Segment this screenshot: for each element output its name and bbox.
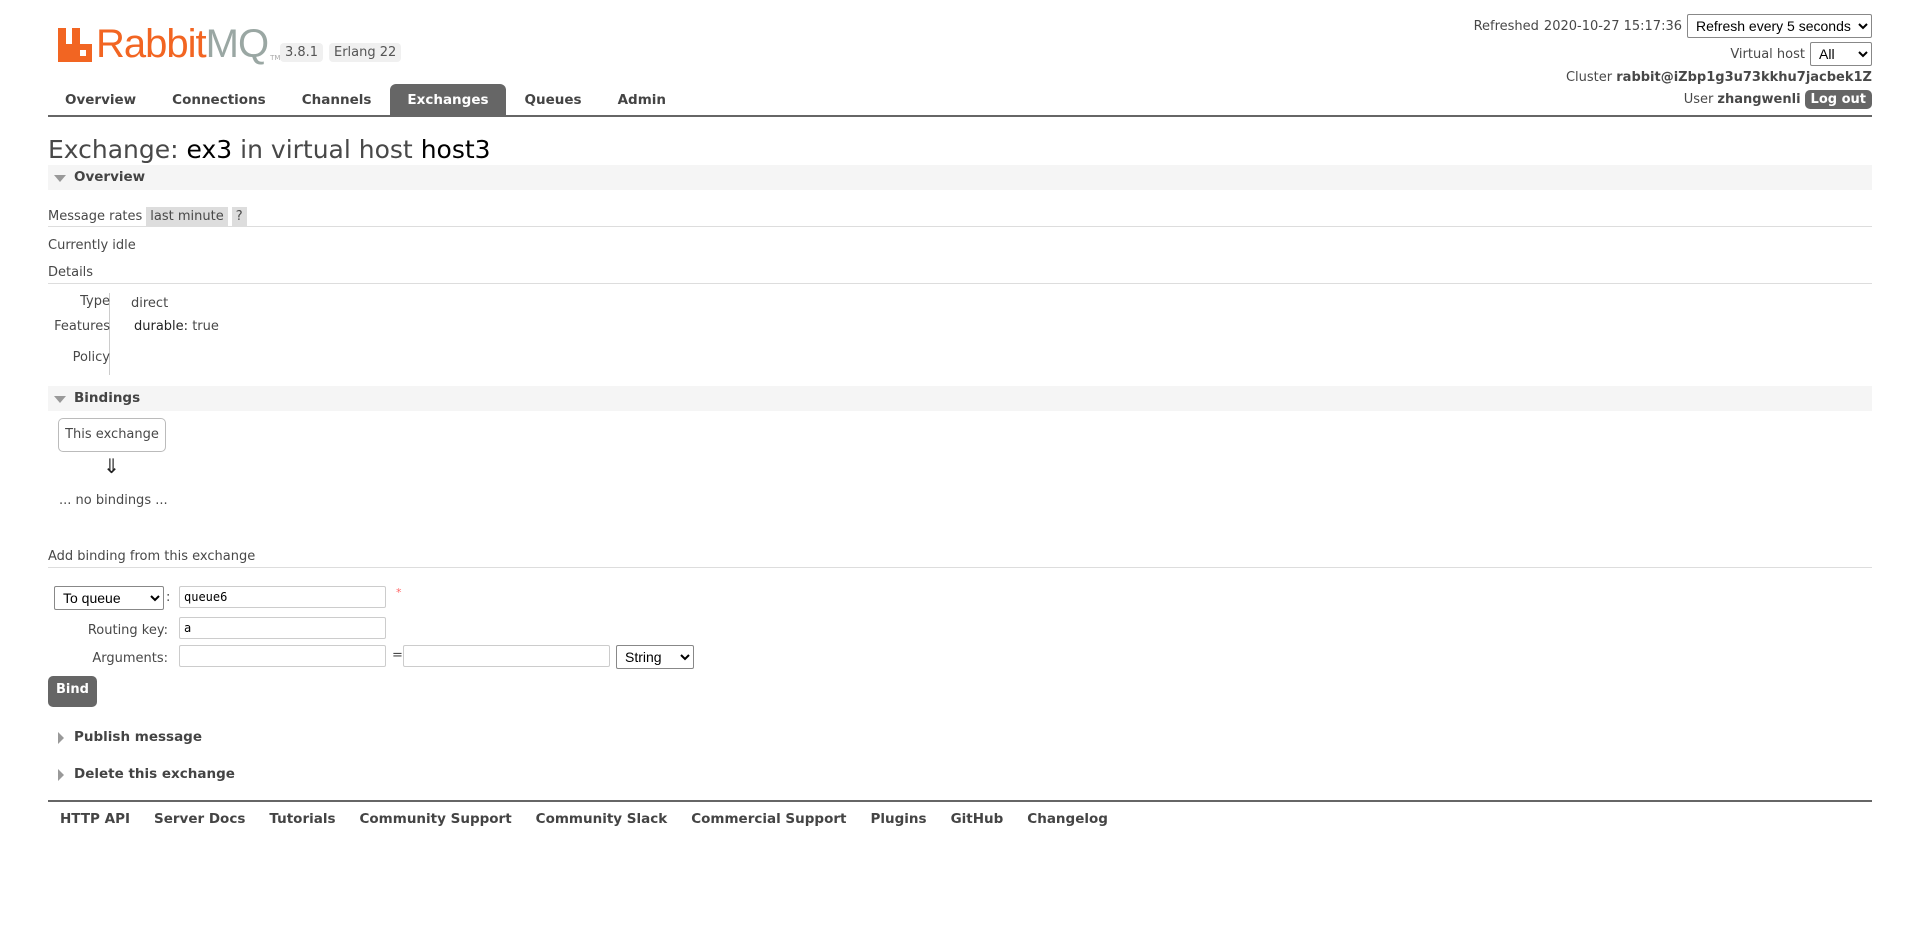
virtual-host-select[interactable]: All [1810,42,1872,66]
virtual-host-label: Virtual host [1730,46,1805,62]
footer-link-http-api[interactable]: HTTP API [60,811,130,827]
collapse-triangle-icon [54,175,66,182]
type-value: direct [131,296,169,311]
message-rates-label: Message rates [48,209,143,224]
footer-link-plugins[interactable]: Plugins [870,811,926,827]
argument-key-input[interactable] [179,645,386,667]
refreshed-time: 2020-10-27 15:17:36 [1543,18,1682,34]
destination-type-select[interactable]: To queue [54,586,164,610]
idle-status: Currently idle [48,238,136,253]
cluster-label: Cluster [1565,70,1613,85]
collapse-triangle-icon [54,396,66,403]
arguments-label: Arguments: [92,651,168,666]
refresh-interval-select[interactable]: Refresh every 5 seconds [1687,14,1872,38]
routing-key-label: Routing key: [87,623,168,638]
cluster-name: rabbit@iZbp1g3u73kkhu7jacbek1Z [1616,70,1872,85]
type-label: Type [80,294,110,309]
equals-sign: = [392,648,403,663]
argument-value-input[interactable] [403,645,610,667]
overview-section-toggle[interactable]: Overview [48,165,1872,190]
expand-triangle-icon [58,769,64,781]
tab-queues[interactable]: Queues [508,84,599,115]
details-label: Details [48,265,94,280]
rabbit-icon [58,28,92,62]
footer-link-server-docs[interactable]: Server Docs [154,811,245,827]
footer-link-tutorials[interactable]: Tutorials [269,811,335,827]
down-arrow-icon: ⇓ [103,454,120,478]
footer-link-community-slack[interactable]: Community Slack [536,811,668,827]
tab-channels[interactable]: Channels [285,84,389,115]
footer-link-commercial-support[interactable]: Commercial Support [691,811,846,827]
tab-connections[interactable]: Connections [155,84,283,115]
refreshed-label: Refreshed [1473,18,1539,34]
policy-label: Policy [72,350,110,365]
destination-input[interactable] [179,586,386,608]
routing-key-input[interactable] [179,617,386,639]
rabbitmq-logo: RabbitMQ TM [58,22,280,64]
bind-button[interactable]: Bind [48,676,97,707]
expand-triangle-icon [58,732,64,744]
help-button[interactable]: ? [231,207,247,226]
footer-link-community-support[interactable]: Community Support [360,811,512,827]
footer-link-github[interactable]: GitHub [951,811,1004,827]
tab-overview[interactable]: Overview [48,84,153,115]
tab-admin[interactable]: Admin [601,84,683,115]
features-label: Features [54,319,110,334]
rates-period-button[interactable]: last minute [146,207,228,226]
argument-type-select[interactable]: String [616,645,694,669]
footer-link-changelog[interactable]: Changelog [1027,811,1108,827]
durable-value: true [192,319,219,334]
publish-message-toggle[interactable]: Publish message [48,725,1872,750]
footer-links: HTTP API Server Docs Tutorials Community… [48,800,1872,827]
main-nav: Overview Connections Channels Exchanges … [48,84,1872,117]
delete-exchange-toggle[interactable]: Delete this exchange [48,762,1872,787]
page-title: Exchange: ex3 in virtual host host3 [48,135,491,164]
erlang-badge: Erlang 22 [329,43,402,62]
tab-exchanges[interactable]: Exchanges [390,84,506,115]
bindings-section-toggle[interactable]: Bindings [48,386,1872,411]
durable-label: durable: [134,319,189,334]
required-marker: * [396,586,402,599]
no-bindings-text: ... no bindings ... [59,493,168,508]
this-exchange-box: This exchange [58,418,166,452]
add-binding-heading: Add binding from this exchange [48,549,256,564]
version-badge: 3.8.1 [280,43,324,62]
